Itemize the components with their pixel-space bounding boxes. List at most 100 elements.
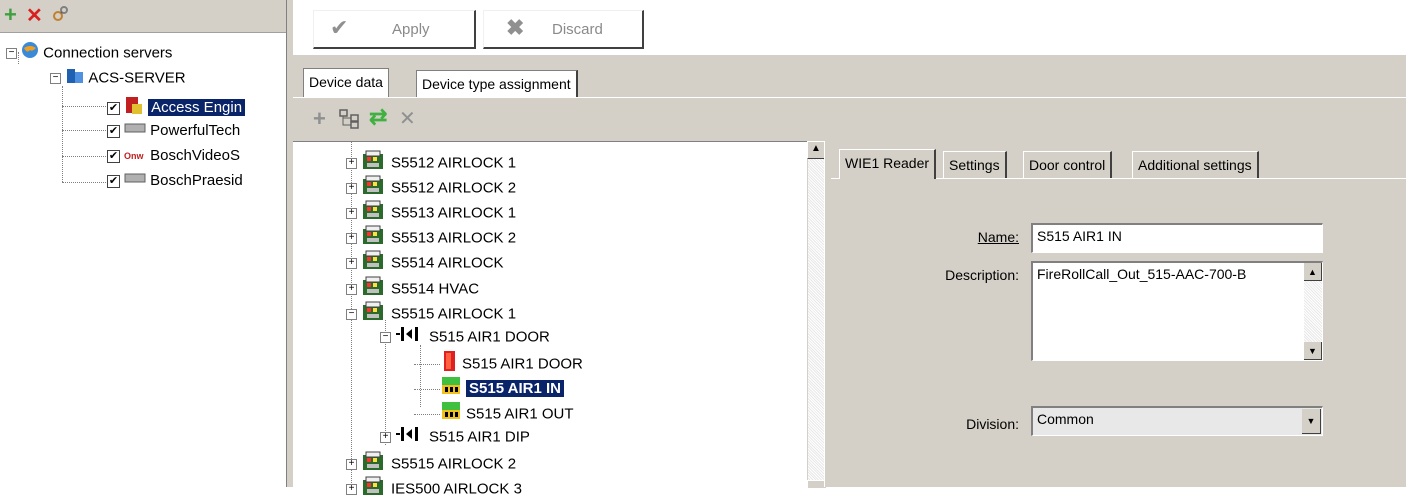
expand-icon[interactable]: + (346, 158, 357, 169)
device-tree-label: S5513 AIRLOCK 2 (391, 229, 517, 247)
device-tree-label: S5512 AIRLOCK 2 (391, 179, 517, 197)
video-icon: Onw (124, 151, 144, 162)
checkbox[interactable]: ✔ (107, 124, 120, 138)
tab-label: Device type assignment (422, 76, 571, 92)
expand-icon[interactable]: + (380, 432, 391, 444)
collapse-icon[interactable]: − (380, 331, 391, 343)
device-tree-row[interactable]: + S5512 AIRLOCK 1 (346, 149, 516, 171)
tab-label: Door control (1029, 157, 1106, 173)
tree-node-boschpraesid[interactable]: ✔ BoschPraesid (107, 170, 243, 192)
tree-node-acs-server[interactable]: − ACS-SERVER (50, 66, 186, 88)
tab-wie1-reader[interactable]: WIE1 Reader (839, 149, 937, 179)
device-tree-label: S515 AIR1 DOOR (429, 328, 550, 346)
checkbox[interactable]: ✔ (107, 174, 120, 188)
name-label: Name: (977, 229, 1019, 245)
checkbox[interactable]: ✔ (107, 149, 120, 163)
plus-icon[interactable]: + (4, 2, 17, 28)
device-tree-row[interactable]: − S5515 AIRLOCK 1 (346, 300, 516, 322)
refresh-icon[interactable]: ⇄ (369, 104, 387, 130)
checkbox[interactable]: ✔ (107, 102, 120, 115)
device-tree-label: IES500 AIRLOCK 3 (391, 480, 522, 498)
tab-device-data[interactable]: Device data (303, 68, 389, 97)
scroll-down-button[interactable]: ▼ (1304, 342, 1322, 360)
door-entrance-icon (395, 325, 425, 350)
device-tree-row[interactable]: + S5514 AIRLOCK (346, 249, 504, 272)
device-tree-row[interactable]: + S515 AIR1 DIP (380, 425, 530, 447)
tree-structure-icon[interactable] (339, 109, 361, 133)
server-icon (65, 66, 85, 91)
apply-label: Apply (392, 21, 430, 38)
chevron-down-icon[interactable]: ▼ (1302, 409, 1321, 434)
name-field[interactable]: S515 AIR1 IN (1031, 223, 1323, 253)
collapse-icon[interactable]: − (6, 48, 17, 59)
collapse-icon[interactable]: − (346, 308, 357, 320)
globe-icon (21, 41, 39, 66)
device-tree-row[interactable]: + S5513 AIRLOCK 1 (346, 199, 517, 222)
tree-node-connection-servers[interactable]: − Connection servers (6, 41, 172, 63)
device-icon (124, 120, 146, 142)
division-label: Division: (966, 416, 1019, 432)
division-value: Common (1037, 411, 1094, 427)
tab-label: Device data (309, 74, 383, 90)
tree-node-access-engine[interactable]: ✔ Access Engin (107, 95, 246, 117)
expand-icon[interactable]: + (346, 484, 357, 496)
controller-icon (361, 475, 387, 504)
left-toolbar: + ✕ (0, 0, 286, 33)
device-tree-label: S5513 AIRLOCK 1 (391, 204, 517, 222)
device-tree-label: S5512 AIRLOCK 1 (391, 154, 517, 172)
expand-icon[interactable]: + (346, 208, 357, 220)
discard-button[interactable]: ✖ Discard (483, 10, 644, 49)
device-tree-row[interactable]: S515 AIR1 DOOR (414, 350, 583, 372)
discard-x-icon: ✖ (506, 15, 525, 40)
expand-icon[interactable]: + (346, 258, 357, 270)
device-tree-row[interactable]: + S5514 HVAC (346, 275, 479, 297)
scroll-up-button[interactable]: ▲ (1304, 263, 1322, 281)
top-toolbar: ✔ Apply ✖ Discard (293, 0, 1406, 56)
description-field[interactable]: FireRollCall_Out_515-AAC-700-B ▲ ▼ (1031, 261, 1323, 361)
device-tree-label: S515 AIR1 DIP (429, 428, 530, 446)
expand-icon[interactable]: + (346, 183, 357, 195)
device-tree-label: S515 AIR1 DOOR (462, 355, 583, 373)
tree-node-label: BoschPraesid (150, 172, 243, 189)
vertical-scrollbar[interactable] (807, 141, 824, 487)
device-tree-row[interactable]: S515 AIR1 OUT (414, 400, 574, 422)
device-tree-label: S515 AIR1 OUT (466, 405, 574, 423)
expand-icon[interactable]: + (346, 459, 357, 471)
device-tree-label: S515 AIR1 IN (465, 379, 565, 399)
tab-device-type-assignment[interactable]: Device type assignment (416, 70, 578, 97)
check-icon: ✔ (330, 15, 349, 40)
expand-icon[interactable]: + (346, 283, 357, 295)
tab-door-control[interactable]: Door control (1023, 151, 1113, 178)
detail-panel: WIE1 Reader Settings Door control Additi… (831, 141, 1406, 487)
apply-button[interactable]: ✔ Apply (313, 10, 476, 49)
tab-label: Additional settings (1138, 157, 1252, 173)
device-tree-row[interactable]: − S515 AIR1 DOOR (380, 325, 550, 347)
tab-label: WIE1 Reader (845, 155, 930, 171)
device-tree-label: S5514 AIRLOCK (391, 254, 504, 272)
description-scrollbar[interactable]: ▲ ▼ (1304, 263, 1322, 360)
delete-device-icon[interactable]: ✕ (399, 106, 416, 131)
tab-label: Settings (949, 157, 1000, 173)
scroll-up-button[interactable]: ▲ (807, 141, 825, 159)
device-tree-label: S5515 AIRLOCK 2 (391, 455, 517, 473)
tree-node-label: PowerfulTech (150, 122, 241, 139)
device-tree-row[interactable]: + S5515 AIRLOCK 2 (346, 450, 517, 473)
tab-settings[interactable]: Settings (943, 151, 1007, 178)
tree-node-powerfultech[interactable]: ✔ PowerfulTech (107, 120, 240, 142)
device-tree-row[interactable]: + IES500 AIRLOCK 3 (346, 475, 522, 498)
tab-bar: Device data Device type assignment (293, 56, 1406, 97)
connect-icon[interactable] (50, 4, 70, 28)
tab-additional-settings[interactable]: Additional settings (1132, 151, 1259, 178)
door-entrance-icon (395, 425, 425, 450)
division-select[interactable]: Common ▼ (1031, 406, 1323, 436)
device-tree-row[interactable]: S515 AIR1 IN (414, 375, 565, 399)
add-device-icon[interactable]: + (313, 106, 326, 132)
device-tree-row[interactable]: + S5513 AIRLOCK 2 (346, 224, 517, 247)
tree-node-label: Connection servers (43, 44, 173, 62)
collapse-icon[interactable]: − (50, 73, 61, 84)
expand-icon[interactable]: + (346, 233, 357, 245)
red-x-icon[interactable]: ✕ (26, 3, 43, 28)
device-tree-row[interactable]: + S5512 AIRLOCK 2 (346, 174, 517, 197)
tree-node-boschvideo[interactable]: ✔ Onw BoschVideoS (107, 145, 240, 167)
device-tree-label: S5514 HVAC (391, 279, 480, 297)
